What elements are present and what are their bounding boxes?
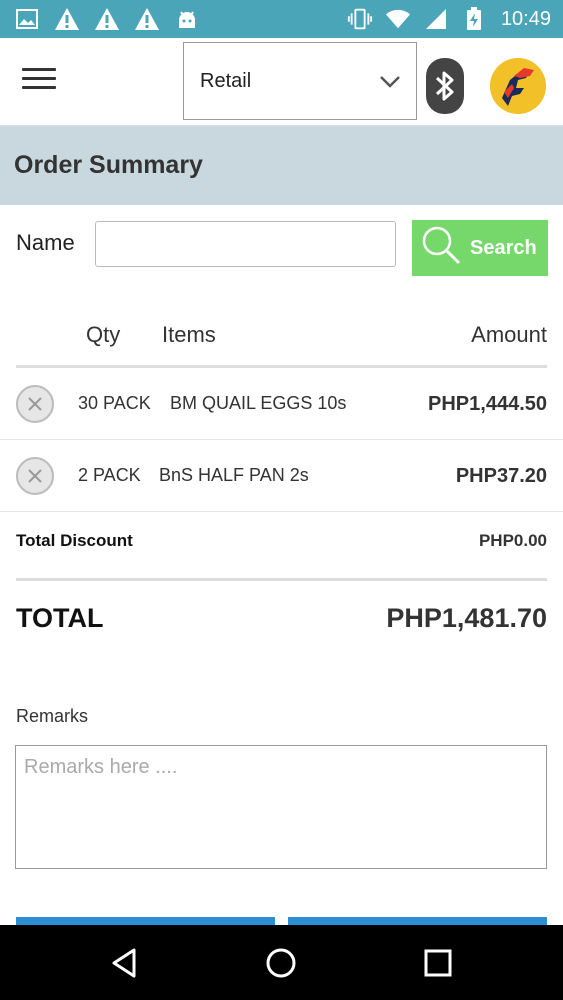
- table-row: 2 PACK BnS HALF PAN 2s PHP37.20: [0, 440, 563, 512]
- battery-charging-icon: [461, 6, 487, 32]
- chevron-down-icon: [378, 69, 402, 93]
- recents-icon[interactable]: [420, 945, 456, 981]
- close-icon: [28, 397, 42, 411]
- total-value: PHP1,481.70: [386, 603, 547, 633]
- item-name: BnS HALF PAN 2s: [159, 465, 309, 485]
- discount-value: PHP0.00: [478, 531, 547, 550]
- name-input[interactable]: [95, 221, 396, 267]
- clock: 10:49: [500, 7, 551, 30]
- back-icon[interactable]: [106, 945, 142, 981]
- alert-icon: [54, 6, 80, 32]
- mode-select-value: Retail: [200, 69, 252, 92]
- bluetooth-icon[interactable]: [426, 58, 464, 114]
- divider: [16, 578, 547, 581]
- remove-item-button[interactable]: [16, 457, 54, 495]
- android-icon: [174, 6, 200, 32]
- discount-label: Total Discount: [16, 531, 133, 550]
- table-row: 30 PACK BM QUAIL EGGS 10s PHP1,444.50: [0, 368, 563, 440]
- column-header-amount: Amount: [471, 322, 547, 347]
- item-name: BM QUAIL EGGS 10s: [170, 393, 347, 413]
- app-bar: Retail: [0, 38, 563, 126]
- alert-icon: [94, 6, 120, 32]
- column-header-qty: Qty: [86, 322, 121, 347]
- item-qty: 30 PACK: [78, 393, 151, 413]
- search-button[interactable]: Search: [412, 220, 548, 276]
- brand-logo: [490, 58, 546, 114]
- search-icon: [420, 224, 462, 272]
- home-icon[interactable]: [263, 945, 299, 981]
- remarks-label: Remarks: [16, 706, 89, 726]
- navigation-bar: [0, 925, 563, 1000]
- total-label: TOTAL: [16, 603, 104, 633]
- item-amount: PHP37.20: [455, 465, 547, 487]
- image-icon: [14, 6, 40, 32]
- mode-select[interactable]: Retail: [183, 42, 417, 120]
- column-header-items: Items: [162, 322, 216, 347]
- alert-icon: [134, 6, 160, 32]
- remove-item-button[interactable]: [16, 385, 54, 423]
- status-bar: 10:49: [0, 0, 563, 38]
- item-qty: 2 PACK: [78, 465, 141, 485]
- page-title: Order Summary: [0, 126, 563, 205]
- item-amount: PHP1,444.50: [428, 393, 547, 415]
- name-label: Name: [16, 230, 75, 255]
- wifi-icon: [385, 6, 411, 32]
- hamburger-menu-icon[interactable]: [22, 68, 56, 96]
- divider: [0, 511, 563, 512]
- remarks-input[interactable]: Remarks here ....: [15, 745, 547, 869]
- search-button-label: Search: [470, 236, 537, 259]
- vibrate-icon: [347, 6, 373, 32]
- close-icon: [28, 469, 42, 483]
- signal-icon: [423, 6, 449, 32]
